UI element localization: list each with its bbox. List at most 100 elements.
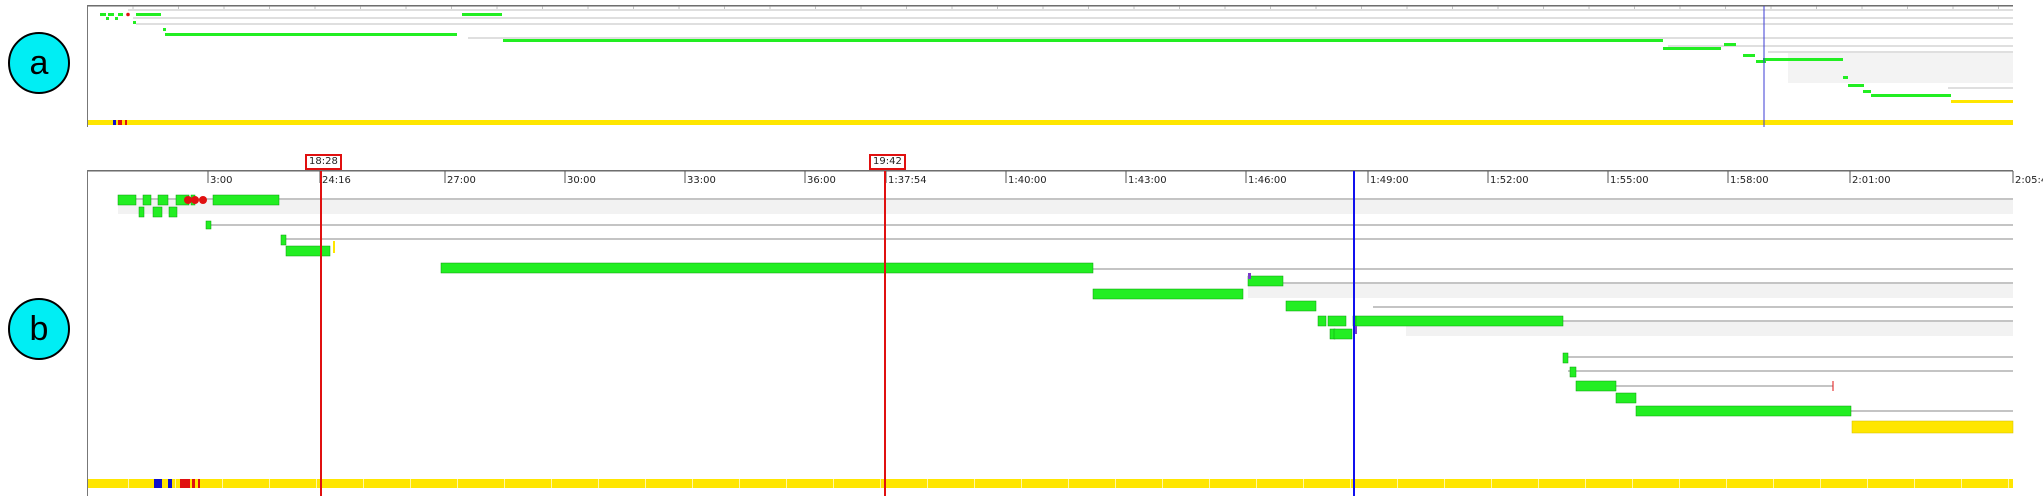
panel-b-label: b [8,298,70,360]
status-strip-gap [1726,479,1727,488]
axis-tick-label: 24:16 [322,175,351,186]
axis-tick-label: 1:43:00 [1128,175,1167,186]
overview-bar [133,21,136,24]
status-strip-gap [504,479,505,488]
row-background [1248,284,2013,298]
axis-tick-label: 36:00 [807,175,836,186]
panel-a-label: a [8,32,70,94]
overview-bar [1871,94,1951,97]
status-strip-gap [1867,479,1868,488]
axis-tick-label: 1:40:00 [1008,175,1047,186]
status-strip-gap [1021,479,1022,488]
overview-bar [1724,43,1736,46]
marker-label-2: 19:42 [869,154,906,170]
status-strip-gap [927,479,928,488]
status-strip-gap [1256,479,1257,488]
overview-bar [118,13,123,16]
status-strip-gap [598,479,599,488]
timeline-bar [138,206,145,218]
status-strip-gap [1820,479,1821,488]
axis-tick-label: 2:01:00 [1852,175,1891,186]
timeline-bar [1569,366,1577,378]
status-strip-gap [269,479,270,488]
status-strip-gap [1914,479,1915,488]
overview-bar [1848,84,1864,87]
axis-tick-label: 3:00 [210,175,232,186]
status-strip-gap [974,479,975,488]
status-strip-gap [128,479,129,488]
axis-tick-label: 1:49:00 [1370,175,1409,186]
timeline-bar [1092,288,1244,300]
overview-status-event [118,120,122,125]
timeline-bar [1562,352,1569,364]
overview-status-strip [88,120,2013,125]
timeline-bar [142,194,152,206]
event-dot-a [126,12,130,17]
timeline-bar [212,194,280,206]
timeline-bar [1333,328,1353,340]
row-background-a [1788,53,2013,83]
timeline-bar [440,262,1094,274]
panel-b-letter: b [29,309,49,348]
event-mark [1248,273,1251,279]
status-strip-gap [222,479,223,488]
timeline-bar [285,245,331,257]
status-strip-gap [363,479,364,488]
status-strip-gap [1209,479,1210,488]
status-strip-gap [1068,479,1069,488]
status-strip-gap [1773,479,1774,488]
status-strip-gap [410,479,411,488]
status-strip-gap [833,479,834,488]
overview-timeline-svg [88,5,2013,127]
status-strip-gap [1115,479,1116,488]
marker-label-1: 18:28 [305,154,342,170]
timeline-bar [168,206,178,218]
axis-tick-label: 33:00 [687,175,716,186]
timeline-bar [205,220,212,230]
timeline-bar [152,206,163,218]
overview-bar [100,13,106,16]
timeline-bar [1575,380,1617,392]
status-strip-gap [1397,479,1398,488]
status-strip-gap [880,479,881,488]
status-strip-gap [1491,479,1492,488]
overview-bar [165,33,457,36]
status-strip-gap [316,479,317,488]
overview-bar [1663,47,1721,50]
overview-bar-status [1951,100,2013,103]
status-strip-gap [692,479,693,488]
overview-bar [115,17,118,20]
status-strip-gap [1632,479,1633,488]
overview-bar [163,28,166,31]
timeline-bar [1285,300,1317,312]
overview-bar [108,13,114,16]
status-strip-event [180,479,190,488]
axis-tick-label: 1:46:00 [1248,175,1287,186]
overview-status-event [125,120,127,125]
status-strip-gap [1444,479,1445,488]
status-strip-event [168,479,172,488]
axis-tick-label: 1:55:00 [1610,175,1649,186]
status-strip-gap [1303,479,1304,488]
status-strip [88,479,2013,488]
axis-tick-label: 27:00 [447,175,476,186]
row-background [118,200,2013,214]
timeline-bar [1247,275,1284,287]
status-strip-gap [175,479,176,488]
overview-bar [1863,90,1871,93]
overview-bar [1763,58,1843,61]
event-mark [333,241,335,253]
status-strip-gap [1679,479,1680,488]
detail-timeline-svg: 3:00 24:16 27:00 30:00 33:00 36:00 1:37:54 1:40… [88,170,2043,496]
status-strip-gap [2008,479,2009,488]
overview-bar [462,13,502,16]
timeline-bar [157,194,169,206]
overview-timeline [87,5,2013,127]
status-strip-gap [457,479,458,488]
axis-tick-label: 1:52:00 [1490,175,1529,186]
status-strip-event [192,479,195,488]
event-dot [199,196,207,204]
status-strip-gap [786,479,787,488]
overview-bar [1743,54,1755,57]
status-strip-event [198,479,200,488]
